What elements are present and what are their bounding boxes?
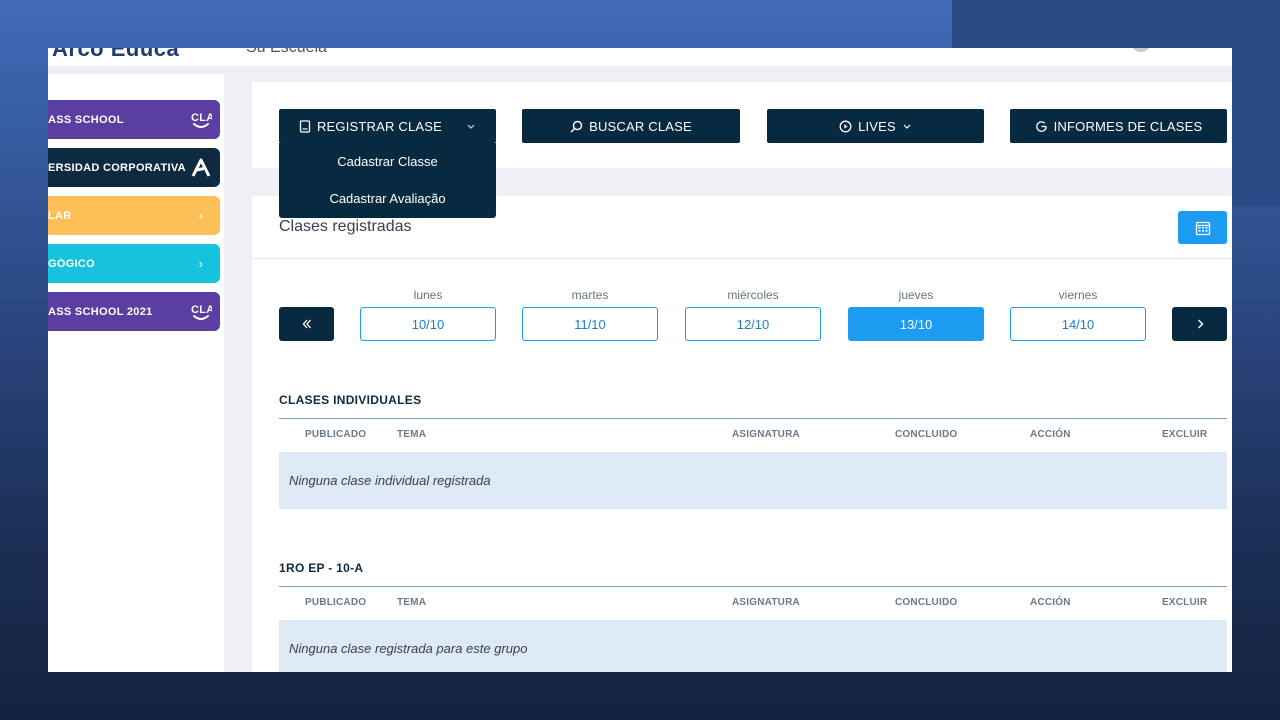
col-publicado: PUBLICADO <box>305 597 367 608</box>
cla-logo-icon: cla <box>188 108 214 132</box>
sidebar-item-label: ERSIDAD CORPORATIVA <box>48 161 186 174</box>
chevron-right-icon: › <box>198 256 204 271</box>
col-publicado: PUBLICADO <box>305 429 367 440</box>
next-week-button[interactable] <box>1172 307 1227 341</box>
school-name: Su Escuela <box>246 48 327 57</box>
sidebar-item-class-school-2021[interactable]: ASS SCHOOL 2021 cla <box>48 292 220 331</box>
empty-state-row: Ninguna clase individual registrada <box>279 452 1227 509</box>
page-title: Clases registradas <box>279 218 412 235</box>
day-column-viernes: viernes 14/10 <box>1010 288 1146 341</box>
informes-label: INFORMES DE CLASES <box>1053 118 1203 134</box>
sidebar-item-label: ASS SCHOOL <box>48 113 124 126</box>
sidebar-item-escolar[interactable]: LAR › <box>48 196 220 235</box>
chevron-down-icon <box>903 124 911 129</box>
day-date-button[interactable]: 14/10 <box>1010 307 1146 341</box>
table-header: PUBLICADO TEMA ASIGNATURA CONCLUIDO ACCI… <box>279 418 1227 450</box>
registrar-clase-button[interactable]: REGISTRAR CLASE <box>279 109 496 143</box>
day-name: jueves <box>898 288 934 302</box>
calendar-button[interactable] <box>1178 211 1227 244</box>
menu-item-cadastrar-avaliacao[interactable]: Cadastrar Avaliação <box>279 180 496 217</box>
sidebar: ASS SCHOOL cla ERSIDAD CORPORATIVA LAR ›… <box>48 74 224 672</box>
col-concluido: CONCLUIDO <box>895 429 958 440</box>
day-date-button[interactable]: 10/10 <box>360 307 496 341</box>
chevron-right-icon: › <box>198 208 204 223</box>
registrar-clase-label: REGISTRAR CLASE <box>316 118 443 134</box>
buscar-clase-label: BUSCAR CLASE <box>589 118 692 134</box>
col-accion: ACCIÓN <box>1030 597 1071 608</box>
day-name: viernes <box>1058 288 1098 302</box>
user-avatar[interactable] <box>1131 48 1151 52</box>
document-icon <box>299 119 311 133</box>
brand-logo-text: Arco Educa <box>52 48 180 61</box>
day-column-martes: martes 11/10 <box>522 288 658 341</box>
sidebar-item-label: GÓGICO <box>48 257 96 270</box>
chevron-right-icon <box>1197 319 1203 329</box>
report-icon <box>1035 120 1047 132</box>
informes-de-clases-button[interactable]: INFORMES DE CLASES <box>1010 109 1227 143</box>
svg-text:cla: cla <box>191 304 212 316</box>
col-asignatura: ASIGNATURA <box>732 597 800 608</box>
play-circle-icon <box>839 120 852 132</box>
group-title: 1RO EP - 10-A <box>279 561 364 575</box>
col-tema: TEMA <box>397 429 427 440</box>
clases-card: Clases registradas lunes 10/10 martes 11… <box>252 196 1232 672</box>
day-column-jueves: jueves 13/10 <box>848 288 984 341</box>
lives-button[interactable]: LIVES <box>767 109 984 143</box>
col-asignatura: ASIGNATURA <box>732 429 800 440</box>
table-header: PUBLICADO TEMA ASIGNATURA CONCLUIDO ACCI… <box>279 586 1227 618</box>
col-tema: TEMA <box>397 597 427 608</box>
divider <box>252 258 1232 259</box>
double-chevron-left-icon <box>302 319 311 329</box>
search-icon <box>570 120 583 132</box>
col-accion: ACCIÓN <box>1030 429 1071 440</box>
sidebar-item-label: ASS SCHOOL 2021 <box>48 305 153 318</box>
day-date-button[interactable]: 11/10 <box>522 307 658 341</box>
prev-week-button[interactable] <box>279 307 334 341</box>
registrar-clase-dropdown: Cadastrar Classe Cadastrar Avaliação <box>279 143 496 218</box>
sidebar-item-class-school[interactable]: ASS SCHOOL cla <box>48 100 220 139</box>
app-window: Arco Educa Su Escuela ASS SCHOOL cla ERS… <box>48 48 1232 672</box>
sidebar-item-label: LAR <box>48 209 72 222</box>
group-title: CLASES INDIVIDUALES <box>279 393 422 407</box>
svg-text:cla: cla <box>191 112 212 124</box>
top-header: Arco Educa Su Escuela <box>48 48 1232 66</box>
menu-item-cadastrar-classe[interactable]: Cadastrar Classe <box>279 143 496 180</box>
sidebar-item-pedagogico[interactable]: GÓGICO › <box>48 244 220 283</box>
sidebar-item-universidad-corporativa[interactable]: ERSIDAD CORPORATIVA <box>48 148 220 187</box>
calendar-icon <box>1195 221 1210 235</box>
day-date-button[interactable]: 12/10 <box>685 307 821 341</box>
lives-label: LIVES <box>858 118 896 134</box>
a-logo-icon <box>188 156 214 180</box>
buscar-clase-button[interactable]: BUSCAR CLASE <box>522 109 740 143</box>
day-column-miercoles: miércoles 12/10 <box>685 288 821 341</box>
chevron-down-icon <box>467 124 475 129</box>
cla-logo-icon: cla <box>188 300 214 324</box>
col-excluir: EXCLUIR <box>1162 429 1208 440</box>
day-name: lunes <box>413 288 443 302</box>
col-excluir: EXCLUIR <box>1162 597 1208 608</box>
day-column-lunes: lunes 10/10 <box>360 288 496 341</box>
col-concluido: CONCLUIDO <box>895 597 958 608</box>
day-date-button-selected[interactable]: 13/10 <box>848 307 984 341</box>
day-name: miércoles <box>727 288 779 302</box>
empty-state-row: Ninguna clase registrada para este grupo <box>279 620 1227 672</box>
day-name: martes <box>571 288 609 302</box>
